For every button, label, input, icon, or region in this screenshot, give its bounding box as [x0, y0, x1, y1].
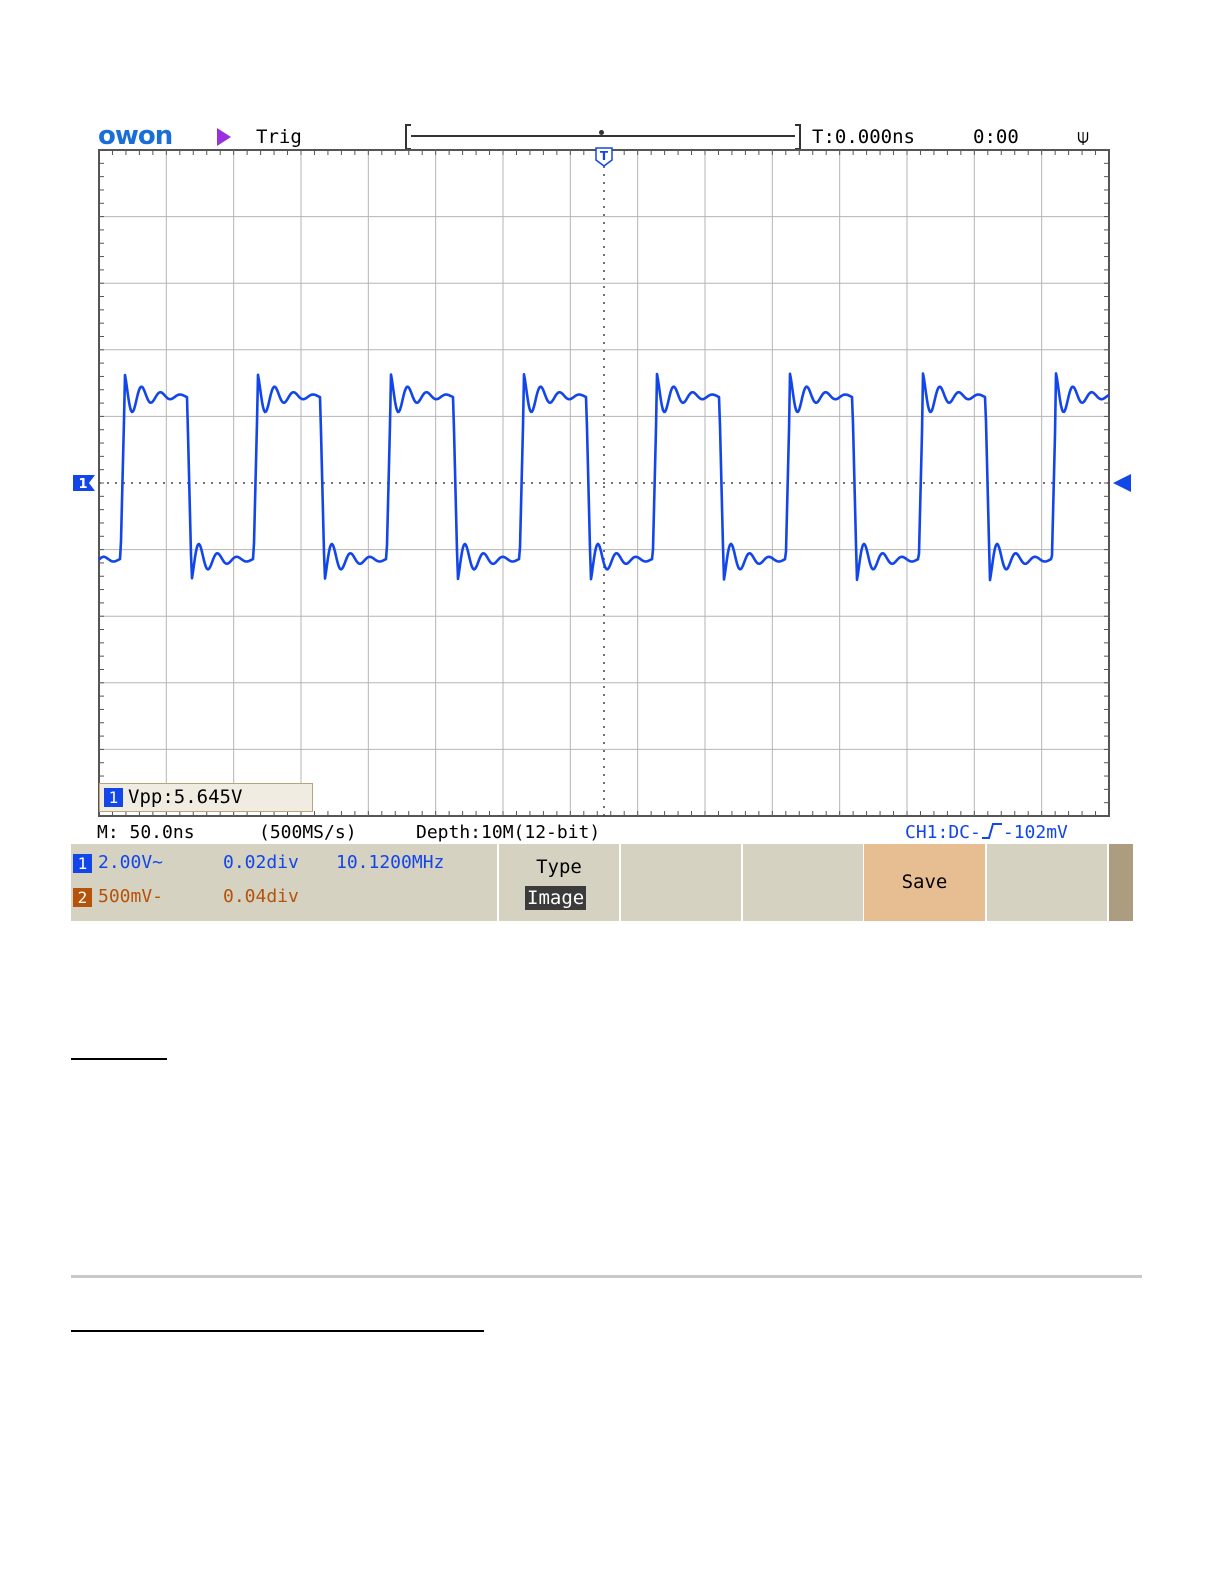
ch1-frequency: 10.1200MHz: [336, 852, 445, 873]
menu-scroll-strip[interactable]: [1109, 844, 1133, 921]
underline-rule: [71, 1058, 167, 1060]
channel-1-badge: 1: [104, 788, 123, 807]
vpp-measurement: Vpp:5.645V: [128, 786, 243, 808]
menu-type-label: Type: [536, 856, 582, 878]
section-divider: [71, 1275, 1142, 1278]
ch1-waveform: [98, 372, 1110, 582]
save-button-label: Save: [901, 871, 948, 893]
menu-divider: [985, 844, 987, 921]
waveform-display: T1: [73, 147, 1131, 817]
ch2-scale: 500mV-: [98, 886, 164, 907]
measurement-box: 1 Vpp:5.645V: [99, 783, 313, 812]
memory-depth-readout: Depth:10M(12-bit): [416, 822, 601, 843]
ch2-offset: 0.04div: [223, 886, 299, 907]
ch1-scale: 2.00V~: [98, 852, 164, 873]
channel-2-badge: 2: [73, 888, 92, 907]
ch1-offset: 0.02div: [223, 852, 299, 873]
acquisition-status-bar: M: 50.0ns (500MS/s) Depth:10M(12-bit) CH…: [71, 820, 1133, 844]
menu-divider: [619, 844, 621, 921]
oscilloscope-screen: owon Trig T:0.000ns 0:00 ⍦ T1 1 Vpp:5.64…: [71, 121, 1133, 921]
rising-edge-icon: [981, 823, 1002, 839]
graticule-grid: [98, 149, 1110, 817]
menu-type-value: Image: [525, 886, 587, 910]
sample-rate-readout: (500MS/s): [259, 822, 357, 843]
trigger-position-label: T: [600, 149, 609, 163]
menu-divider: [741, 844, 743, 921]
save-button[interactable]: Save: [864, 844, 985, 921]
timebase-readout: M: 50.0ns: [97, 822, 195, 843]
channel-1-ground-label: 1: [78, 477, 87, 492]
trigger-level-marker: [1113, 474, 1131, 492]
channel-1-badge: 1: [73, 854, 92, 873]
bottom-menu: 1 2.00V~ 0.02div 10.1200MHz 2 500mV- 0.0…: [71, 844, 1133, 921]
underline-rule: [71, 1330, 484, 1332]
trigger-info-readout: CH1:DC- -102mV: [905, 822, 1068, 843]
